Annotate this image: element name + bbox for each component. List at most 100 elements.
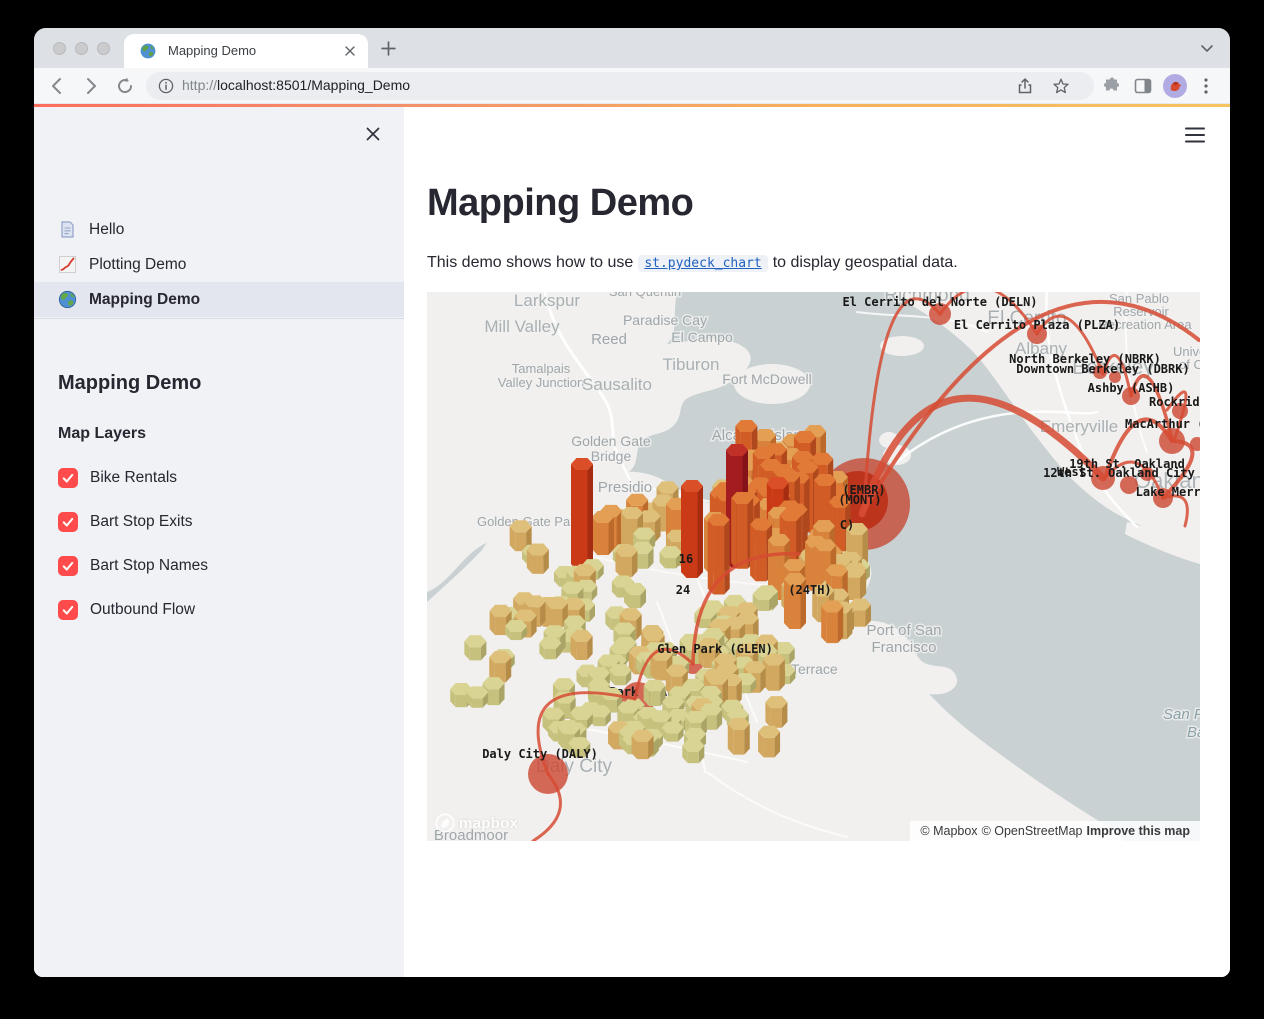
hex-column-front (855, 611, 866, 627)
url-bar[interactable]: http://localhost:8501/Mapping_Demo (146, 72, 1094, 100)
page-title: Mapping Demo (427, 182, 693, 225)
checkbox-bart-stop-names[interactable]: Bart Stop Names (58, 556, 208, 576)
improve-this-map-link[interactable]: Improve this map (1087, 824, 1191, 838)
hex-column-side (750, 524, 756, 581)
sidebar-nav: Hello Plotting Demo Ma (34, 212, 404, 317)
tab-title: Mapping Demo (168, 43, 256, 58)
page-info-icon[interactable] (158, 78, 174, 94)
sidebar-close-icon[interactable] (364, 125, 382, 143)
share-icon[interactable] (1016, 77, 1034, 95)
reload-button[interactable] (114, 75, 136, 97)
city-label: Bridge (591, 448, 632, 464)
bart-stop-label: Ashby (ASHB) (1088, 381, 1175, 395)
hex-column-front (629, 595, 640, 608)
streamlit-app: Hello Plotting Demo Ma (34, 104, 1230, 977)
pydeck-map[interactable]: San QuentinLarkspurMill ValleyReedParadi… (427, 292, 1200, 841)
traffic-minimize-button[interactable] (75, 42, 88, 55)
hex-column-side (588, 464, 594, 570)
attr-mapbox[interactable]: © Mapbox (920, 824, 977, 838)
hex-column-front (649, 692, 660, 706)
traffic-close-button[interactable] (53, 42, 66, 55)
checkbox-label: Bart Stop Exits (90, 513, 193, 531)
back-button[interactable] (46, 75, 68, 97)
traffic-zoom-button[interactable] (97, 42, 110, 55)
tab-strip: Mapping Demo (34, 28, 1230, 68)
profile-avatar[interactable] (1163, 74, 1187, 98)
mapbox-logo[interactable]: mapbox (435, 813, 518, 833)
hex-column-side (724, 520, 730, 595)
hex-column-front (667, 734, 678, 742)
bart-stop-label: C) (840, 518, 854, 532)
hex-column-front (665, 558, 676, 568)
hex-column-front (758, 600, 769, 611)
hex-column-front (551, 609, 562, 627)
tab-close-icon[interactable] (342, 43, 358, 59)
mapbox-logo-icon (435, 813, 455, 833)
hex-column-side (621, 513, 627, 549)
hex-column-front (737, 504, 748, 569)
bart-stop-label: MacArthur (MCAR (1125, 417, 1200, 431)
sidebar-item-label: Plotting Demo (89, 256, 186, 274)
pydeck-chart-code-link[interactable]: st.pydeck_chart (638, 255, 767, 272)
sidebar-item-label: Mapping Demo (89, 291, 200, 309)
hex-column-front (532, 555, 543, 573)
globe-icon (58, 290, 77, 309)
side-panel-icon[interactable] (1133, 76, 1153, 96)
city-label: Presidio (598, 479, 652, 496)
extensions-puzzle-icon[interactable] (1102, 76, 1122, 96)
checkbox-bike-rentals[interactable]: Bike Rentals (58, 468, 177, 488)
hex-column-front (488, 689, 499, 705)
bart-stop-label: Downtown Berkeley (DBRK) (1016, 362, 1189, 376)
new-tab-button[interactable] (380, 40, 397, 57)
city-label: San Francisco (1163, 706, 1200, 723)
bart-stop-label: 12th St. Oakland City (1043, 466, 1195, 480)
checkbox-label: Bart Stop Names (90, 557, 208, 575)
city-label: Larkspur (514, 292, 580, 310)
checkbox-bart-stop-exits[interactable]: Bart Stop Exits (58, 512, 193, 532)
hex-column-front (594, 717, 605, 726)
chart-increasing-icon (58, 255, 77, 274)
sidebar-item-mapping-demo[interactable]: Mapping Demo (34, 282, 404, 317)
browser-toolbar: http://localhost:8501/Mapping_Demo (34, 68, 1230, 104)
sidebar-item-plotting-demo[interactable]: Plotting Demo (34, 247, 404, 282)
hex-column-front (637, 742, 648, 759)
hex-column-side (571, 464, 577, 570)
city-label: Tiburon (662, 355, 719, 374)
city-label: Golden Gate (571, 433, 651, 449)
url-scheme: http:// (182, 77, 217, 93)
bart-stop-label: (24TH) (788, 583, 831, 597)
hex-column-front (456, 695, 467, 707)
sidebar-item-hello[interactable]: Hello (34, 212, 404, 247)
tab-search-chevron-icon[interactable] (1200, 42, 1214, 54)
bart-stop-label: 24 (676, 583, 690, 597)
avatar-bird-icon (1163, 74, 1187, 98)
hex-column-front (576, 642, 587, 660)
sidebar-item-label: Hello (89, 221, 124, 239)
map-attribution: © Mapbox © OpenStreetMap Improve this ma… (910, 821, 1200, 841)
city-label: Francisco (871, 639, 936, 656)
hex-column-front (764, 738, 775, 758)
hex-column-front (706, 716, 717, 730)
map-layers-heading: Map Layers (58, 425, 146, 443)
hex-column-front (470, 647, 481, 660)
attr-osm[interactable]: © OpenStreetMap (982, 824, 1083, 838)
hex-column-side (821, 606, 827, 643)
checkbox-outbound-flow[interactable]: Outbound Flow (58, 600, 195, 620)
city-label: San Quentin (609, 292, 681, 299)
main-content: Mapping Demo This demo shows how to use s… (404, 104, 1230, 977)
browser-tab[interactable]: Mapping Demo (124, 34, 368, 68)
url-text[interactable]: http://localhost:8501/Mapping_Demo (182, 77, 410, 93)
streamlit-decoration-bar (34, 104, 1230, 107)
forward-button[interactable] (80, 75, 102, 97)
bart-stop-label: Glen Park (GLEN) (657, 642, 773, 656)
city-label: Port of San (866, 622, 941, 639)
hex-column-front (849, 578, 860, 600)
checkbox-checked-icon (58, 512, 78, 532)
browser-menu-dots-icon[interactable] (1196, 76, 1216, 96)
bookmark-star-icon[interactable] (1052, 77, 1070, 95)
bart-stop-label: Lake Merritt (1136, 485, 1200, 499)
intro-prefix: This demo shows how to use (427, 254, 633, 271)
app-menu-hamburger-icon[interactable] (1184, 126, 1206, 144)
hex-column-front (598, 523, 609, 555)
hex-column-front (768, 665, 779, 690)
